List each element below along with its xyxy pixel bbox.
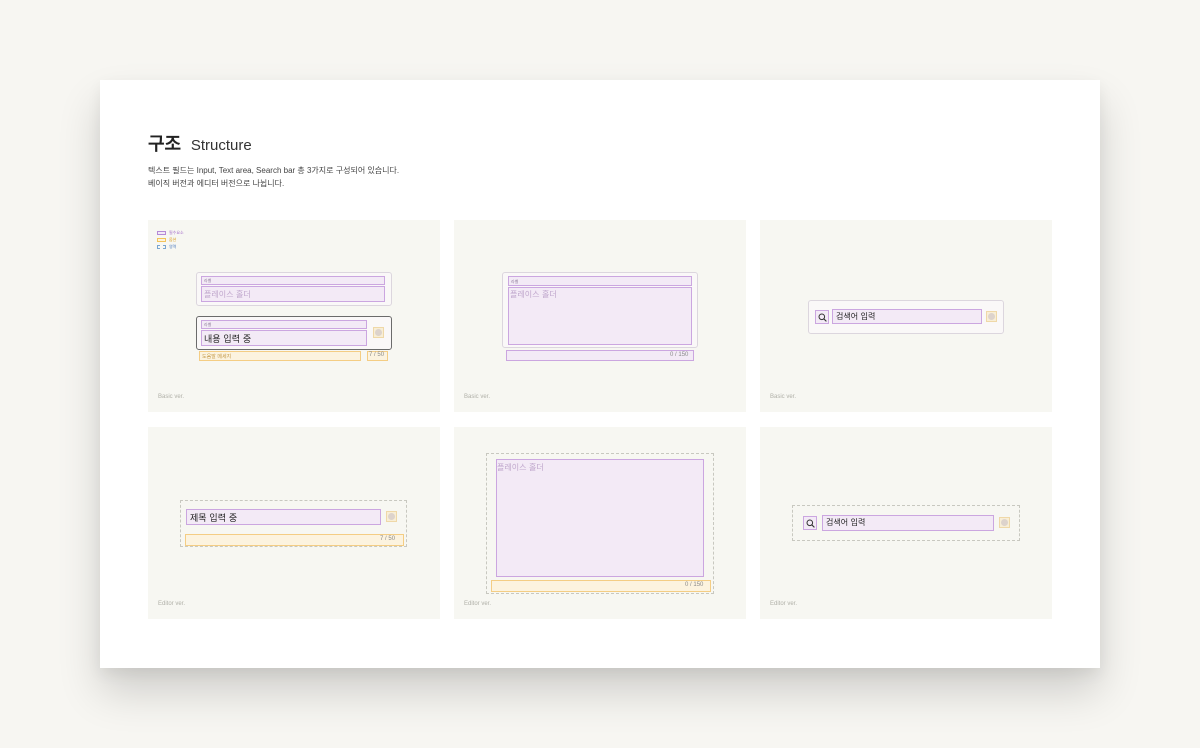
legend-area-swatch — [157, 244, 166, 249]
page-title: 구조 Structure — [148, 130, 252, 156]
char-counter: 0 / 150 — [670, 352, 689, 358]
helper-message: 도움말 메세지 — [202, 354, 232, 360]
card-textarea-editor: 플레이스 홀더 0 / 150 Editor ver. — [454, 427, 746, 619]
description-line-2: 베이직 버전과 에디터 버전으로 나뉩니다. — [148, 179, 285, 188]
structure-panel: 구조 Structure 텍스트 필드는 Input, Text area, S… — [100, 80, 1100, 668]
caption-editor: Editor ver. — [770, 601, 798, 607]
search-value: 검색어 입력 — [836, 312, 876, 321]
description-line-1: 텍스트 필드는 Input, Text area, Search bar 총 3… — [148, 166, 400, 175]
title-korean: 구조 — [148, 134, 182, 155]
clear-icon[interactable] — [986, 311, 997, 322]
textarea-label-box — [508, 276, 692, 286]
input-label: 라벨 — [204, 278, 212, 283]
char-counter-box — [185, 534, 404, 546]
caption-basic: Basic ver. — [158, 394, 185, 400]
char-counter-box — [506, 350, 694, 361]
legend-optional-swatch — [157, 237, 166, 242]
card-search-editor: 검색어 입력 Editor ver. — [760, 427, 1052, 619]
editor-textarea-box[interactable] — [496, 459, 704, 577]
page-description: 텍스트 필드는 Input, Text area, Search bar 총 3… — [148, 164, 399, 190]
textarea-label: 라벨 — [511, 279, 519, 284]
caption-basic: Basic ver. — [770, 394, 797, 400]
card-input-editor: 제목 입력 중 7 / 50 Editor ver. — [148, 427, 440, 619]
legend-required-swatch — [157, 230, 166, 235]
caption-editor: Editor ver. — [464, 601, 492, 607]
legend-area-label: 영역 — [169, 244, 177, 249]
search-icon[interactable] — [803, 516, 817, 530]
legend-optional-label: 옵션 — [169, 237, 177, 242]
search-icon[interactable] — [815, 310, 829, 324]
input-value: 내용 입력 중 — [204, 335, 252, 345]
clear-icon[interactable] — [386, 511, 397, 522]
char-counter: 7 / 50 — [380, 536, 396, 542]
card-textarea-basic: 라벨 플레이스 홀더 0 / 150 Basic ver. — [454, 220, 746, 412]
clear-icon[interactable] — [999, 517, 1010, 528]
textarea-placeholder: 플레이스 홀더 — [510, 290, 557, 299]
input-label: 라벨 — [204, 322, 212, 327]
caption-editor: Editor ver. — [158, 601, 186, 607]
char-counter-box — [491, 580, 711, 592]
editor-textarea-placeholder: 플레이스 홀더 — [497, 463, 544, 472]
legend: 필수요소 옵션 영역 — [157, 230, 184, 251]
editor-input-value: 제목 입력 중 — [190, 514, 238, 524]
title-english: Structure — [190, 137, 252, 154]
card-input-basic: 필수요소 옵션 영역 라벨 플레이스 홀더 라벨 내용 입력 중 도움말 메세지… — [148, 220, 440, 412]
input-label-box — [201, 276, 385, 285]
input-label-box — [201, 320, 367, 329]
char-counter: 0 / 150 — [685, 582, 704, 588]
search-value: 검색어 입력 — [826, 518, 866, 527]
clear-icon[interactable] — [373, 327, 384, 338]
char-counter: 7 / 50 — [369, 352, 385, 358]
card-search-basic: 검색어 입력 Basic ver. — [760, 220, 1052, 412]
caption-basic: Basic ver. — [464, 394, 491, 400]
legend-required-label: 필수요소 — [169, 230, 184, 235]
input-placeholder: 플레이스 홀더 — [204, 290, 251, 299]
